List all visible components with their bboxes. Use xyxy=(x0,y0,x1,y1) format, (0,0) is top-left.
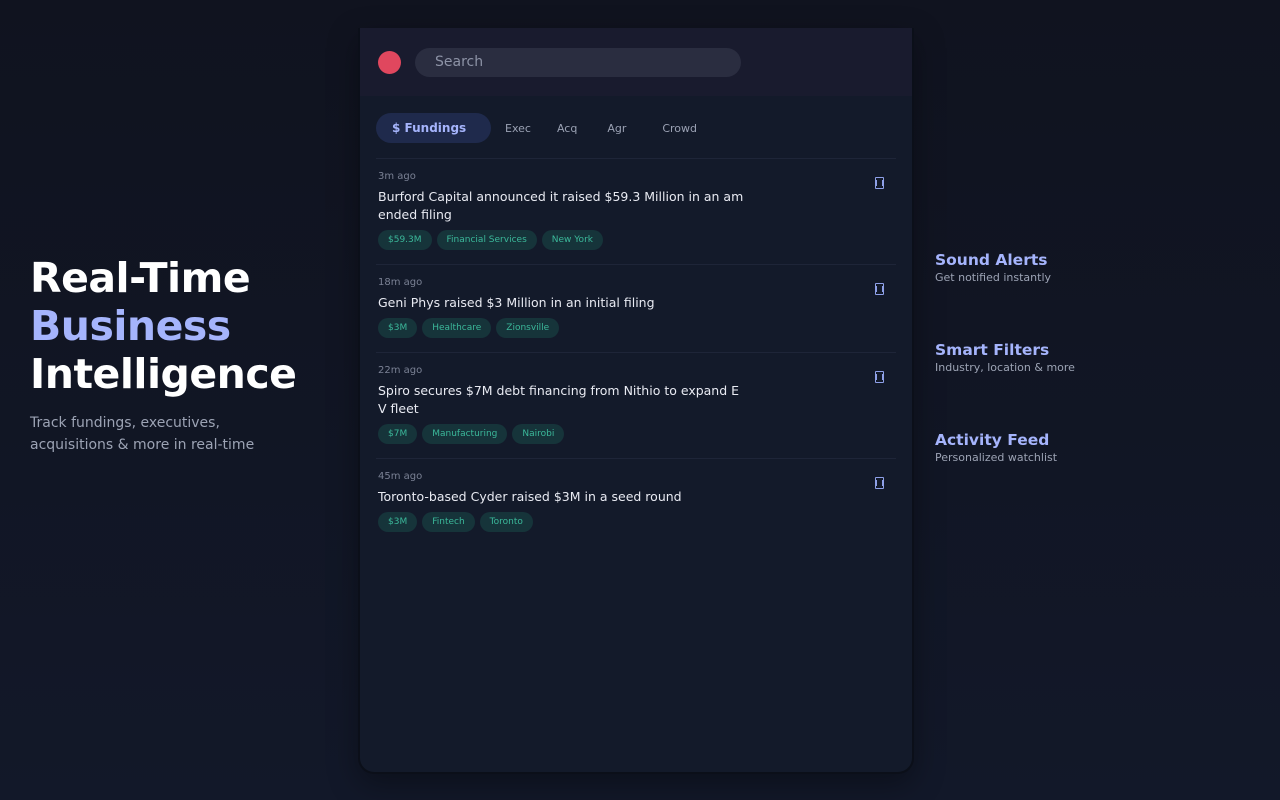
feature-smart-filters: Smart Filters Industry, location & more xyxy=(935,340,1235,430)
category-tabs: $ Fundings Exec Acq Agr Crowd xyxy=(360,104,912,152)
feed-item-headline[interactable]: Spiro secures $7M debt financing from Ni… xyxy=(378,382,744,418)
bookmark-icon[interactable] xyxy=(875,283,884,295)
feed-item[interactable]: 45m ago Toronto-based Cyder raised $3M i… xyxy=(376,458,896,546)
tab-exec[interactable]: Exec xyxy=(491,113,545,143)
feature-sound-alerts: Sound Alerts Get notified instantly xyxy=(935,250,1235,340)
tag-amount[interactable]: $7M xyxy=(378,424,418,444)
record-dot-icon[interactable] xyxy=(378,50,401,74)
hero-title-line1: Real-Time xyxy=(30,254,251,302)
feed-item-headline[interactable]: Geni Phys raised $3 Million in an initia… xyxy=(378,294,744,312)
feature-title: Activity Feed xyxy=(935,431,1050,449)
tag-location[interactable]: Nairobi xyxy=(512,424,565,444)
hero-subtitle: Track fundings, executives, acquisitions… xyxy=(30,415,255,453)
app-header xyxy=(360,28,912,96)
feed-item[interactable]: 18m ago Geni Phys raised $3 Million in a… xyxy=(376,264,896,352)
feed-item-headline[interactable]: Toronto-based Cyder raised $3M in a seed… xyxy=(378,488,744,506)
feed-item[interactable]: 22m ago Spiro secures $7M debt financing… xyxy=(376,352,896,458)
hero-title-line3: Intelligence xyxy=(30,350,297,398)
bookmark-icon[interactable] xyxy=(875,477,884,489)
hero-title-line2: Business xyxy=(30,302,231,350)
feed-item-tags: $3M Fintech Toronto xyxy=(378,512,894,532)
feature-desc: Personalized watchlist xyxy=(935,451,1058,464)
hero: Real-Time Business Intelligence Track fu… xyxy=(30,254,340,456)
bookmark-icon[interactable] xyxy=(875,371,884,383)
feature-list: Sound Alerts Get notified instantly Smar… xyxy=(935,250,1235,520)
tag-location[interactable]: New York xyxy=(541,230,603,250)
tab-crowd[interactable]: Crowd xyxy=(648,113,711,143)
tab-acq[interactable]: Acq xyxy=(545,113,593,143)
tag-amount[interactable]: $3M xyxy=(378,318,418,338)
tag-location[interactable]: Toronto xyxy=(479,512,533,532)
feature-desc: Get notified instantly xyxy=(935,271,1052,284)
feature-title: Smart Filters xyxy=(935,341,1050,359)
tag-industry[interactable]: Healthcare xyxy=(422,318,492,338)
feed-item-tags: $7M Manufacturing Nairobi xyxy=(378,424,894,444)
activity-feed: 3m ago Burford Capital announced it rais… xyxy=(360,158,912,546)
bookmark-icon[interactable] xyxy=(875,177,884,189)
feed-item-tags: $3M Healthcare Zionsville xyxy=(378,318,894,338)
tag-industry[interactable]: Manufacturing xyxy=(422,424,508,444)
search-input[interactable] xyxy=(415,47,741,77)
tag-location[interactable]: Zionsville xyxy=(496,318,560,338)
feature-title: Sound Alerts xyxy=(935,251,1048,269)
tab-fundings[interactable]: $ Fundings xyxy=(376,113,491,143)
feed-item-time: 3m ago xyxy=(378,171,416,182)
feed-item-time: 18m ago xyxy=(378,277,423,288)
tag-amount[interactable]: $59.3M xyxy=(378,230,432,250)
feed-item-tags: $59.3M Financial Services New York xyxy=(378,230,894,250)
tag-industry[interactable]: Fintech xyxy=(422,512,475,532)
tag-amount[interactable]: $3M xyxy=(378,512,418,532)
feed-item-time: 22m ago xyxy=(378,365,423,376)
feed-item-headline[interactable]: Burford Capital announced it raised $59.… xyxy=(378,188,744,224)
tag-industry[interactable]: Financial Services xyxy=(436,230,537,250)
hero-title: Real-Time Business Intelligence xyxy=(30,254,340,398)
feed-item-time: 45m ago xyxy=(378,471,423,482)
feed-item[interactable]: 3m ago Burford Capital announced it rais… xyxy=(376,158,896,264)
feature-desc: Industry, location & more xyxy=(935,361,1075,374)
feature-activity-feed: Activity Feed Personalized watchlist xyxy=(935,430,1235,520)
app-window: $ Fundings Exec Acq Agr Crowd 3m ago Bur… xyxy=(358,28,914,774)
tab-agr[interactable]: Agr xyxy=(593,113,648,143)
